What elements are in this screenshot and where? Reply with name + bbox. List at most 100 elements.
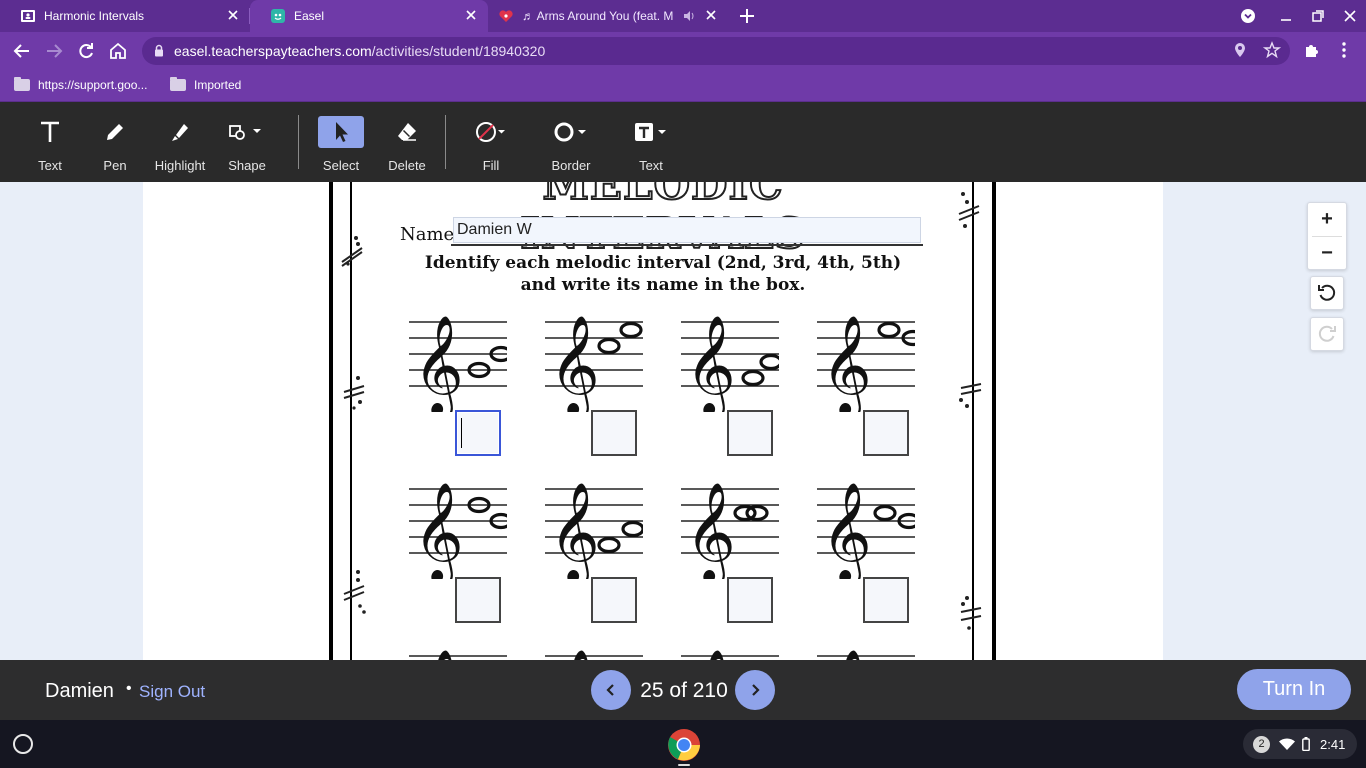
close-tab-icon[interactable] xyxy=(226,8,240,22)
tool-label: Text xyxy=(38,158,62,173)
turn-in-button[interactable]: Turn In xyxy=(1237,669,1351,710)
whole-note xyxy=(597,337,621,355)
decor-doodle xyxy=(958,192,980,228)
url-path: /activities/student/18940320 xyxy=(371,43,546,59)
music-staff: 𝄞 xyxy=(681,315,779,412)
music-staff: 𝄞 xyxy=(817,315,915,412)
highlighter-icon xyxy=(157,116,203,148)
close-tab-icon[interactable] xyxy=(464,8,478,22)
tool-label: Delete xyxy=(388,158,426,173)
answer-box[interactable] xyxy=(727,577,773,623)
restore-icon[interactable] xyxy=(1310,8,1326,24)
student-name: Damien xyxy=(45,680,114,702)
fill-button[interactable]: Fill xyxy=(458,102,524,182)
treble-clef-icon: 𝄞 xyxy=(685,482,736,579)
tool-label: Fill xyxy=(482,158,500,173)
close-window-icon[interactable] xyxy=(1342,8,1358,24)
status-tray[interactable]: 2 2:41 xyxy=(1243,729,1357,759)
tab-harmonic-intervals[interactable]: Harmonic Intervals xyxy=(0,0,250,32)
instructions: Identify each melodic interval (2nd, 3rd… xyxy=(383,252,943,296)
redo-icon xyxy=(1318,325,1336,342)
treble-clef-icon: 𝄞 xyxy=(821,315,872,412)
decor-doodle xyxy=(960,596,982,630)
notification-count-badge: 2 xyxy=(1253,735,1270,753)
extensions-icon[interactable] xyxy=(1303,41,1321,59)
reload-icon[interactable] xyxy=(76,41,96,61)
instruction-line: and write its name in the box. xyxy=(520,275,806,295)
answer-box[interactable] xyxy=(455,410,501,456)
bookmarks-bar: https://support.goo... Imported xyxy=(0,70,1366,102)
name-underline xyxy=(451,244,923,246)
decor-doodle xyxy=(343,376,365,410)
answer-box[interactable] xyxy=(591,410,637,456)
chrome-app-icon[interactable] xyxy=(667,728,701,762)
border-button[interactable]: Border xyxy=(538,102,604,182)
text-tool-icon xyxy=(27,116,73,148)
chevron-left-icon xyxy=(606,684,614,696)
tab-search-icon[interactable] xyxy=(1240,8,1256,24)
tool-label: Highlight xyxy=(154,158,206,173)
decor-doodle xyxy=(959,383,982,408)
zoom-out-button[interactable]: − xyxy=(1308,237,1346,270)
new-tab-icon[interactable] xyxy=(736,6,758,26)
decor-doodle xyxy=(341,236,363,267)
tool-label: Border xyxy=(551,158,591,173)
undo-button[interactable] xyxy=(1310,276,1344,310)
whole-note xyxy=(741,369,765,387)
address-bar-row: easel.teacherspayteachers.com/activities… xyxy=(0,32,1366,70)
back-icon[interactable] xyxy=(12,41,32,61)
delete-tool-button[interactable]: Delete xyxy=(374,102,440,182)
music-staff: 𝄞 xyxy=(545,482,643,579)
tab-title: Harmonic Intervals xyxy=(44,9,145,23)
folder-icon xyxy=(14,77,30,91)
home-icon[interactable] xyxy=(108,41,128,61)
minimize-icon[interactable] xyxy=(1278,8,1294,24)
document-stage: MELODIC INTERVALS Name Damien W Identify… xyxy=(0,182,1366,660)
bookmark-star-icon[interactable] xyxy=(1262,41,1282,59)
treble-clef-icon: 𝄞 xyxy=(685,649,736,660)
lock-icon[interactable] xyxy=(154,44,164,57)
next-page-button[interactable] xyxy=(735,670,775,710)
sign-out-link[interactable]: Sign Out xyxy=(139,682,205,702)
bookmark-imported[interactable]: Imported xyxy=(170,77,241,92)
classroom-icon xyxy=(20,8,36,24)
highlight-tool-button[interactable]: Highlight xyxy=(147,102,213,182)
previous-page-button[interactable] xyxy=(591,670,631,710)
text-format-icon xyxy=(628,116,674,148)
zoom-in-button[interactable]: + xyxy=(1308,203,1346,236)
cursor-icon xyxy=(318,116,364,148)
redo-button[interactable] xyxy=(1310,317,1344,351)
text-tool-button[interactable]: Text xyxy=(17,102,83,182)
decor-doodle xyxy=(343,570,366,614)
answer-box[interactable] xyxy=(727,410,773,456)
select-tool-button[interactable]: Select xyxy=(308,102,374,182)
launcher-icon[interactable] xyxy=(13,734,33,754)
answer-box[interactable] xyxy=(863,577,909,623)
bookmark-support[interactable]: https://support.goo... xyxy=(14,77,148,92)
shape-tool-button[interactable]: Shape xyxy=(214,102,280,182)
treble-clef-icon: 𝄞 xyxy=(413,649,464,660)
text-format-button[interactable]: Text xyxy=(618,102,684,182)
answer-box[interactable] xyxy=(591,577,637,623)
tool-label: Text xyxy=(639,158,663,173)
pen-tool-button[interactable]: Pen xyxy=(82,102,148,182)
easel-toolbar: Text Pen Highlight Shape Select Delete F… xyxy=(0,102,1366,182)
wifi-icon xyxy=(1278,737,1296,751)
audio-playing-icon[interactable] xyxy=(682,9,696,23)
whole-note xyxy=(619,321,643,339)
more-menu-icon[interactable] xyxy=(1335,41,1353,59)
toolbar-divider xyxy=(445,115,446,169)
location-icon[interactable] xyxy=(1231,41,1249,59)
music-staff: 𝄞 xyxy=(681,482,779,579)
answer-box[interactable] xyxy=(863,410,909,456)
music-staff: 𝄞 xyxy=(681,649,779,660)
url-field[interactable]: easel.teacherspayteachers.com/activities… xyxy=(142,37,1290,65)
name-text-field[interactable]: Damien W xyxy=(453,217,921,243)
bookmark-label: https://support.goo... xyxy=(38,78,148,92)
forward-icon[interactable] xyxy=(44,41,64,61)
iheart-icon xyxy=(498,8,514,24)
close-tab-icon[interactable] xyxy=(704,8,718,22)
tab-arms-around-you[interactable]: ♬ Arms Around You (feat. M xyxy=(488,0,728,32)
tab-easel[interactable]: Easel xyxy=(250,0,488,32)
answer-box[interactable] xyxy=(455,577,501,623)
